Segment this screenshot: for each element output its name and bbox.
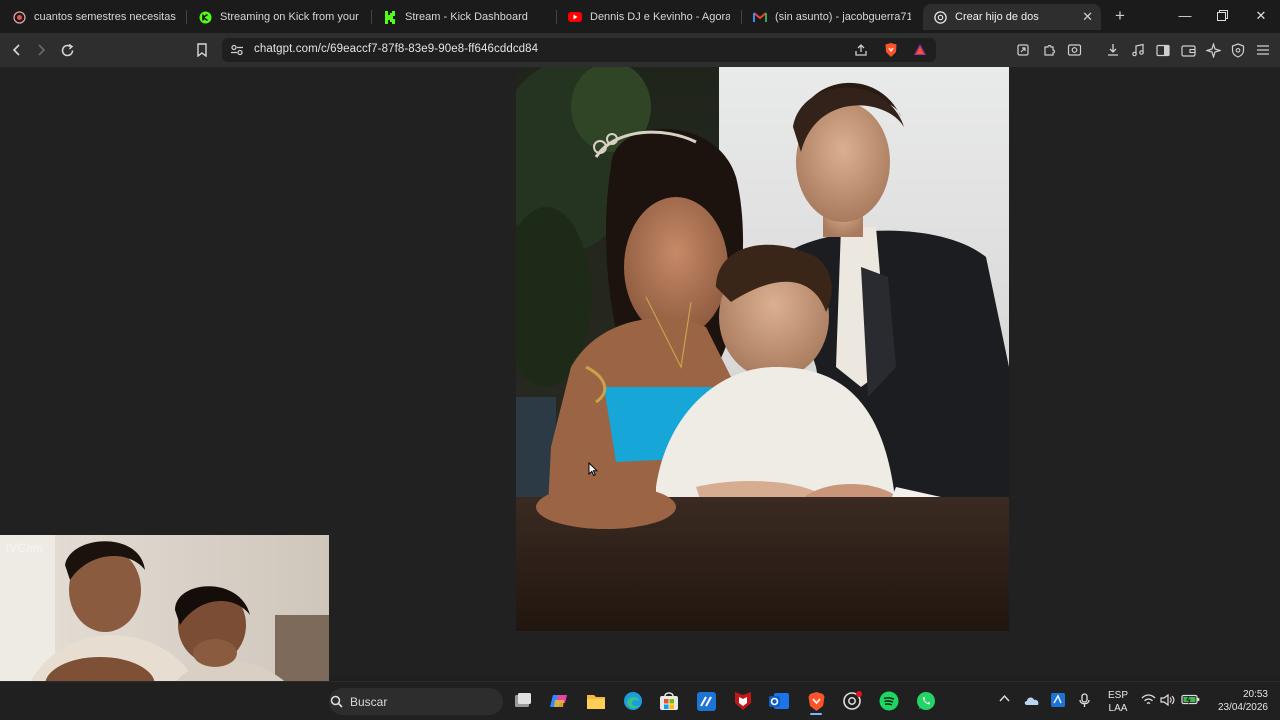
tab-title: cuantos semestres necesitas par [34,11,176,23]
close-tab-icon[interactable]: ✕ [1074,9,1093,25]
share-icon[interactable] [854,43,868,62]
menu-icon[interactable] [1252,39,1274,61]
generated-family-photo[interactable] [516,67,1009,631]
azure-data-studio-icon[interactable] [694,689,718,713]
language-indicator[interactable]: ESP LAA [1107,689,1129,715]
wallet-icon[interactable] [1177,39,1199,61]
leo-ai-icon[interactable] [1202,39,1224,61]
file-explorer-icon[interactable] [584,689,608,713]
recording-icon [12,10,26,24]
clock-date: 23/04/2026 [1217,702,1268,713]
new-tab-button[interactable]: + [1111,7,1129,25]
bookmark-icon[interactable] [191,39,213,61]
whatsapp-icon[interactable] [914,689,938,713]
url-text: chatgpt.com/c/69eaccf7-87f8-83e9-90e8-ff… [254,43,539,55]
tab-kick-dashboard[interactable]: Stream - Kick Dashboard [373,4,553,30]
tab-strip: cuantos semestres necesitas par Streamin… [0,0,1280,33]
onedrive-icon[interactable] [1024,695,1040,709]
spotify-icon[interactable] [877,689,901,713]
microphone-icon[interactable] [1079,693,1090,711]
address-bar[interactable]: chatgpt.com/c/69eaccf7-87f8-83e9-90e8-ff… [222,38,936,62]
task-view-icon[interactable] [511,689,535,713]
system-clock[interactable]: 20:53 23/04/2026 [1210,688,1268,714]
tab-title: Dennis DJ e Kevinho - Agora é tu [590,11,730,23]
outlook-icon[interactable] [767,689,791,713]
copilot-icon[interactable] [547,689,571,713]
brave-shields-icon[interactable] [884,42,898,63]
browser-toolbar: chatgpt.com/c/69eaccf7-87f8-83e9-90e8-ff… [0,33,1280,67]
restore-button[interactable] [1210,5,1234,27]
vpn-shield-icon[interactable] [1227,39,1249,61]
mcafee-icon[interactable] [731,689,755,713]
sidebar-icon[interactable] [1152,39,1174,61]
reload-button[interactable] [56,39,78,61]
extensions-icon[interactable] [1038,39,1060,61]
gmail-icon [753,10,767,24]
tab-title: Streaming on Kick from your Mo [220,11,360,23]
webcam-watermark: IVCam [6,541,43,555]
battery-icon[interactable] [1181,694,1200,708]
volume-icon[interactable] [1160,693,1175,709]
chatgpt-app-icon[interactable] [840,689,864,713]
reader-mode-icon[interactable] [1012,39,1034,61]
forward-button[interactable] [30,39,52,61]
tab-title: (sin asunto) - jacobguerra714@ [775,11,911,23]
tab-youtube-dennis[interactable]: Dennis DJ e Kevinho - Agora é tu [558,4,738,30]
screenshot-icon[interactable] [1063,39,1085,61]
search-icon [330,695,343,713]
keyboard-layout: LAA [1108,703,1128,714]
tab-streaming-kick[interactable]: Streaming on Kick from your Mo [188,4,368,30]
language-code: ESP [1107,690,1128,701]
brave-browser-icon[interactable] [804,689,828,715]
close-window-button[interactable]: ✕ [1249,5,1273,27]
media-icon[interactable] [1127,39,1149,61]
edge-icon[interactable] [621,689,645,713]
back-button[interactable] [6,39,28,61]
kick-icon [383,10,397,24]
kick-icon [198,10,212,24]
microsoft-store-icon[interactable] [657,689,681,713]
azure-tray-icon[interactable] [1051,693,1065,710]
tab-gmail[interactable]: (sin asunto) - jacobguerra714@ [743,4,919,30]
brave-rewards-icon[interactable] [913,43,927,61]
tab-crear-hijo[interactable]: Crear hijo de dos ✕ [923,4,1101,30]
tab-cuantos-semestres[interactable]: cuantos semestres necesitas par [2,4,184,30]
search-placeholder: Buscar [350,695,388,709]
minimize-button[interactable]: — [1173,5,1197,27]
chatgpt-icon [933,10,947,24]
windows-taskbar: Buscar ESP LAA 20:53 23/04/2026 [0,681,1280,720]
tab-title: Crear hijo de dos [955,11,1039,23]
taskbar-search[interactable]: Buscar [329,688,503,715]
clock-time: 20:53 [1242,689,1268,700]
tab-title: Stream - Kick Dashboard [405,11,528,23]
show-hidden-icons-chevron-icon[interactable] [999,694,1010,705]
downloads-icon[interactable] [1102,39,1124,61]
mouse-cursor-icon [588,461,599,482]
wifi-icon[interactable] [1141,694,1156,709]
site-settings-icon[interactable] [230,43,244,62]
youtube-icon [568,10,582,24]
